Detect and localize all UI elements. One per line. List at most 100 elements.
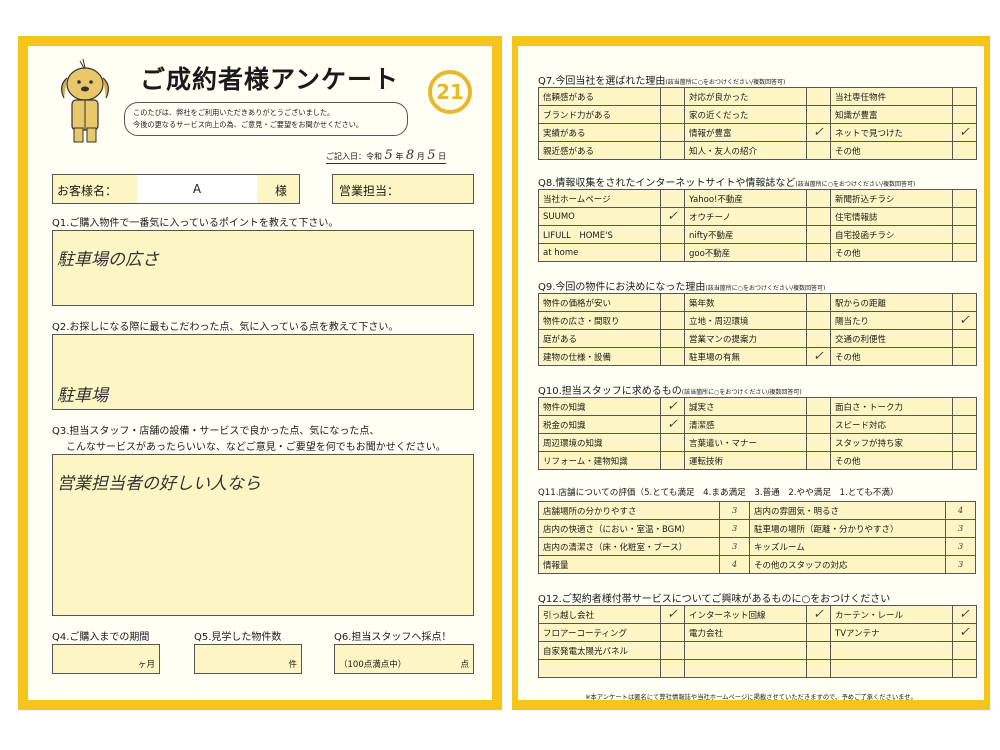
check-mark[interactable] [952,397,977,416]
option-label: 情報が豊富 [684,123,807,142]
check-mark[interactable] [952,433,977,452]
table-row: 物件の知識 ✓ 誠実さ 面白さ・トーク力 [538,397,977,416]
q4-answer-box[interactable]: ヶ月 [52,644,160,674]
option-label: ネットで見つけた [830,123,953,142]
check-mark[interactable] [952,189,977,208]
check-mark[interactable] [660,189,685,208]
check-mark[interactable] [660,225,685,244]
table-row: SUUMO ✓ オウチーノ 住宅情報誌 [538,207,977,226]
date-month-unit: 月 [416,152,425,161]
check-mark[interactable]: ✓ [660,207,685,226]
check-mark[interactable] [660,105,685,124]
check-mark[interactable] [952,293,977,312]
check-mark[interactable] [952,347,977,366]
q2-answer-box[interactable]: 駐車場 [52,334,474,410]
check-mark[interactable] [660,243,685,262]
rating-value[interactable]: 3 [945,537,976,556]
rating-value[interactable]: 3 [945,555,976,574]
check-mark[interactable]: ✓ [660,605,685,624]
q11-table: 店舗場所の分かりやすさ 3 店内の雰囲気・明るさ 4 店内の快適さ（におい・室温・BGM… [537,501,976,574]
check-mark[interactable] [660,141,685,160]
check-mark[interactable]: ✓ [952,123,977,142]
option-label: その他 [830,347,953,366]
customer-name-value: A [137,175,257,203]
q3-answer-box[interactable]: 営業担当者の好しい人なら [52,454,474,616]
option-label: その他 [830,451,953,470]
check-mark[interactable] [660,123,685,142]
q4-label: Q4.ご購入までの期間 [52,632,150,643]
q8-title: Q8.情報収集をされたインターネットサイトや情報誌など(該当箇所に○をおつけくだ… [538,174,915,189]
check-mark[interactable] [660,293,685,312]
check-mark[interactable] [952,87,977,106]
check-mark[interactable]: ✓ [952,623,977,642]
check-mark[interactable]: ✓ [660,415,685,434]
q1-answer-box[interactable]: 駐車場の広さ [52,230,474,306]
check-mark[interactable] [660,659,685,678]
check-mark[interactable] [806,659,831,678]
option-label: 知識が豊富 [830,105,953,124]
rating-value[interactable]: 3 [719,537,751,556]
check-mark[interactable]: ✓ [806,605,831,624]
option-label: 清潔感 [684,415,807,434]
check-mark[interactable]: ✓ [952,311,977,330]
check-mark[interactable] [660,329,685,348]
rating-value[interactable]: 4 [719,555,751,574]
check-mark[interactable]: ✓ [660,397,685,416]
rating-value[interactable]: 3 [945,519,976,538]
option-label: 面白さ・トーク力 [830,397,953,416]
check-mark[interactable] [806,87,831,106]
check-mark[interactable] [806,623,831,642]
check-mark[interactable]: ✓ [806,123,831,142]
check-mark[interactable] [952,329,977,348]
check-mark[interactable] [806,207,831,226]
check-mark[interactable]: ✓ [952,605,977,624]
q6-answer-box[interactable]: （100点満点中） 点 [334,644,474,674]
check-mark[interactable] [806,141,831,160]
check-mark[interactable] [952,141,977,160]
check-mark[interactable] [806,293,831,312]
rating-value[interactable]: 3 [719,519,751,538]
check-mark[interactable] [660,641,685,660]
check-mark[interactable] [806,243,831,262]
check-mark[interactable] [660,311,685,330]
check-mark[interactable] [806,415,831,434]
option-label: 新聞折込チラシ [830,189,953,208]
check-mark[interactable] [952,207,977,226]
check-mark[interactable] [952,451,977,470]
check-mark[interactable] [806,641,831,660]
check-mark[interactable] [952,415,977,434]
check-mark[interactable] [806,189,831,208]
check-mark[interactable] [660,347,685,366]
check-mark[interactable] [952,243,977,262]
option-label: スタッフが持ち家 [830,433,953,452]
check-mark[interactable] [806,451,831,470]
rating-value[interactable]: 4 [945,501,976,520]
check-mark[interactable] [660,433,685,452]
q5-answer-box[interactable]: 件 [194,644,302,674]
check-mark[interactable] [952,105,977,124]
check-mark[interactable] [806,329,831,348]
check-mark[interactable] [806,311,831,330]
option-label: 住宅情報誌 [830,207,953,226]
check-mark[interactable] [952,641,977,660]
check-mark[interactable] [806,397,831,416]
customer-name-field[interactable]: お客様名： A 様 [52,174,300,204]
check-mark[interactable] [806,433,831,452]
check-mark[interactable]: ✓ [806,347,831,366]
check-mark[interactable] [660,87,685,106]
check-mark[interactable] [806,225,831,244]
sales-staff-field[interactable]: 営業担当： [332,174,474,204]
rating-value[interactable]: 3 [719,501,751,520]
check-mark[interactable] [660,451,685,470]
q8-subtitle: (該当箇所に○をおつけください/複数回答可) [795,181,916,188]
check-mark[interactable] [806,105,831,124]
check-mark[interactable] [952,225,977,244]
check-mark[interactable] [660,623,685,642]
table-row: 物件の価格が安い 築年数 駅からの距離 [538,293,977,312]
check-mark[interactable] [952,659,977,678]
q8-title-text: Q8.情報収集をされたインターネットサイトや情報誌など [538,178,796,189]
table-row: 店内の清潔さ（床・化粧室・ブース） 3 キッズルーム 3 [537,537,976,556]
option-label: 信頼感がある [538,87,661,106]
right-sheet-inner: Q7.今回当社を選ばれた理由(該当箇所に○をおつけください/複数回答可) 信頼感が… [518,46,984,701]
q7-subtitle: (該当箇所に○をおつけください/複数回答可) [665,79,786,86]
